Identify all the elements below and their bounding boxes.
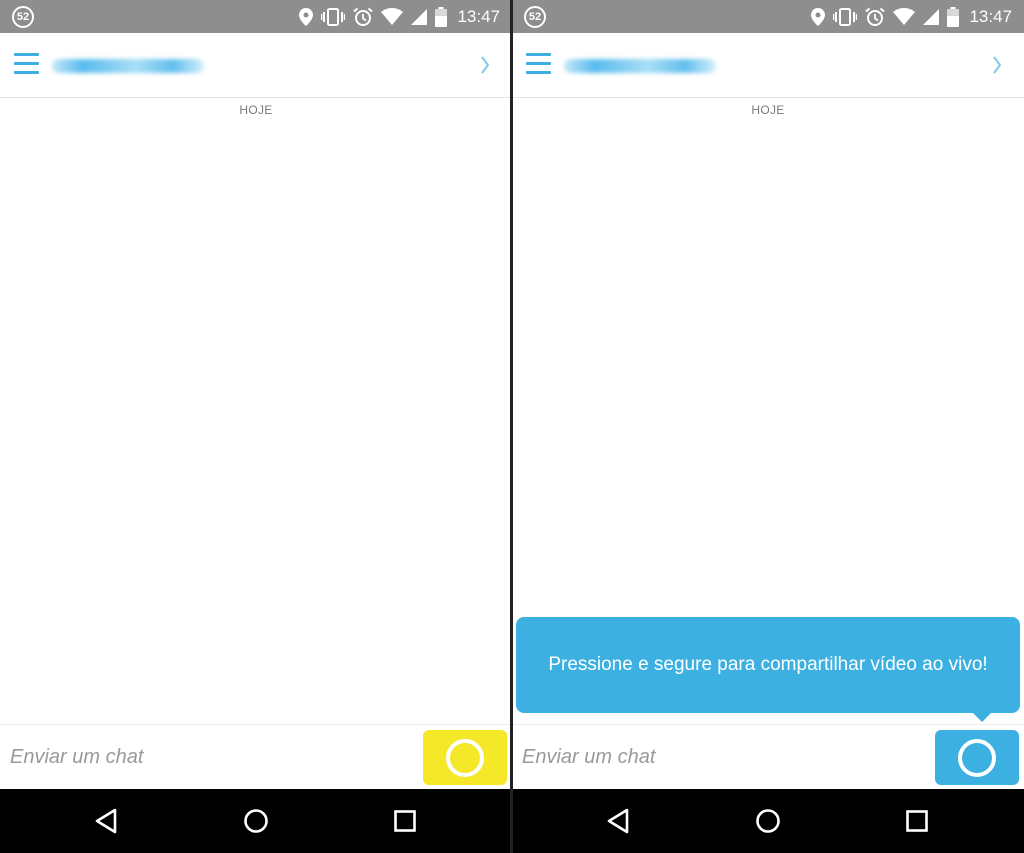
- menu-icon[interactable]: [14, 53, 39, 75]
- home-button[interactable]: [754, 807, 782, 835]
- chat-input-bar: [512, 724, 1024, 789]
- vibrate-icon: [321, 7, 346, 26]
- capture-circle-icon: [446, 738, 484, 777]
- chat-input[interactable]: [522, 739, 922, 775]
- navigation-bar: [0, 789, 512, 853]
- home-icon: [244, 809, 268, 833]
- alarm-icon: [865, 7, 886, 26]
- home-button[interactable]: [242, 807, 270, 835]
- date-separator: HOJE: [239, 103, 273, 117]
- battery-icon: [947, 6, 960, 27]
- panel-divider: [510, 0, 513, 853]
- chevron-right-icon[interactable]: [992, 55, 1002, 75]
- menu-icon[interactable]: [526, 53, 551, 75]
- notification-count-badge: 52: [12, 6, 34, 28]
- chevron-right-icon[interactable]: [480, 55, 490, 75]
- location-icon: [299, 7, 314, 26]
- recents-icon: [394, 810, 416, 832]
- vibrate-icon: [833, 7, 858, 26]
- tooltip-pointer: [972, 712, 992, 722]
- chat-header: ••••••••••••••: [0, 33, 512, 98]
- back-button[interactable]: [604, 807, 632, 835]
- status-clock: 13:47: [969, 6, 1012, 26]
- status-clock: 13:47: [457, 6, 500, 26]
- home-icon: [756, 809, 780, 833]
- chat-input-bar: [0, 724, 512, 789]
- notification-count-badge: 52: [524, 6, 546, 28]
- recents-icon: [906, 810, 928, 832]
- status-bar: 52 13:47: [512, 0, 1024, 33]
- capture-circle-icon: [958, 738, 996, 777]
- chat-header: ••••••••••••••: [512, 33, 1024, 98]
- wifi-icon: [381, 7, 404, 25]
- chat-screen-right: 52 13:47 •••••••••••••• HOJE Pressione e…: [512, 0, 1024, 853]
- contact-name[interactable]: ••••••••••••••: [564, 59, 716, 73]
- recents-button[interactable]: [903, 807, 931, 835]
- recents-button[interactable]: [391, 807, 419, 835]
- capture-button[interactable]: [935, 730, 1019, 785]
- capture-button[interactable]: [423, 730, 507, 785]
- battery-icon: [435, 6, 448, 27]
- screen: 52 13:47 •••••••••••••• HOJE: [0, 0, 1024, 853]
- signal-icon: [411, 8, 428, 25]
- chat-screen-left: 52 13:47 •••••••••••••• HOJE: [0, 0, 512, 853]
- location-icon: [811, 7, 826, 26]
- date-separator: HOJE: [751, 103, 785, 117]
- navigation-bar: [512, 789, 1024, 853]
- back-button[interactable]: [92, 807, 120, 835]
- signal-icon: [923, 8, 940, 25]
- back-icon: [607, 808, 629, 834]
- wifi-icon: [893, 7, 916, 25]
- back-icon: [95, 808, 117, 834]
- chat-input[interactable]: [10, 739, 410, 775]
- alarm-icon: [353, 7, 374, 26]
- live-video-tooltip: Pressione e segure para compartilhar víd…: [516, 617, 1020, 713]
- status-bar: 52 13:47: [0, 0, 512, 33]
- contact-name[interactable]: ••••••••••••••: [52, 59, 204, 73]
